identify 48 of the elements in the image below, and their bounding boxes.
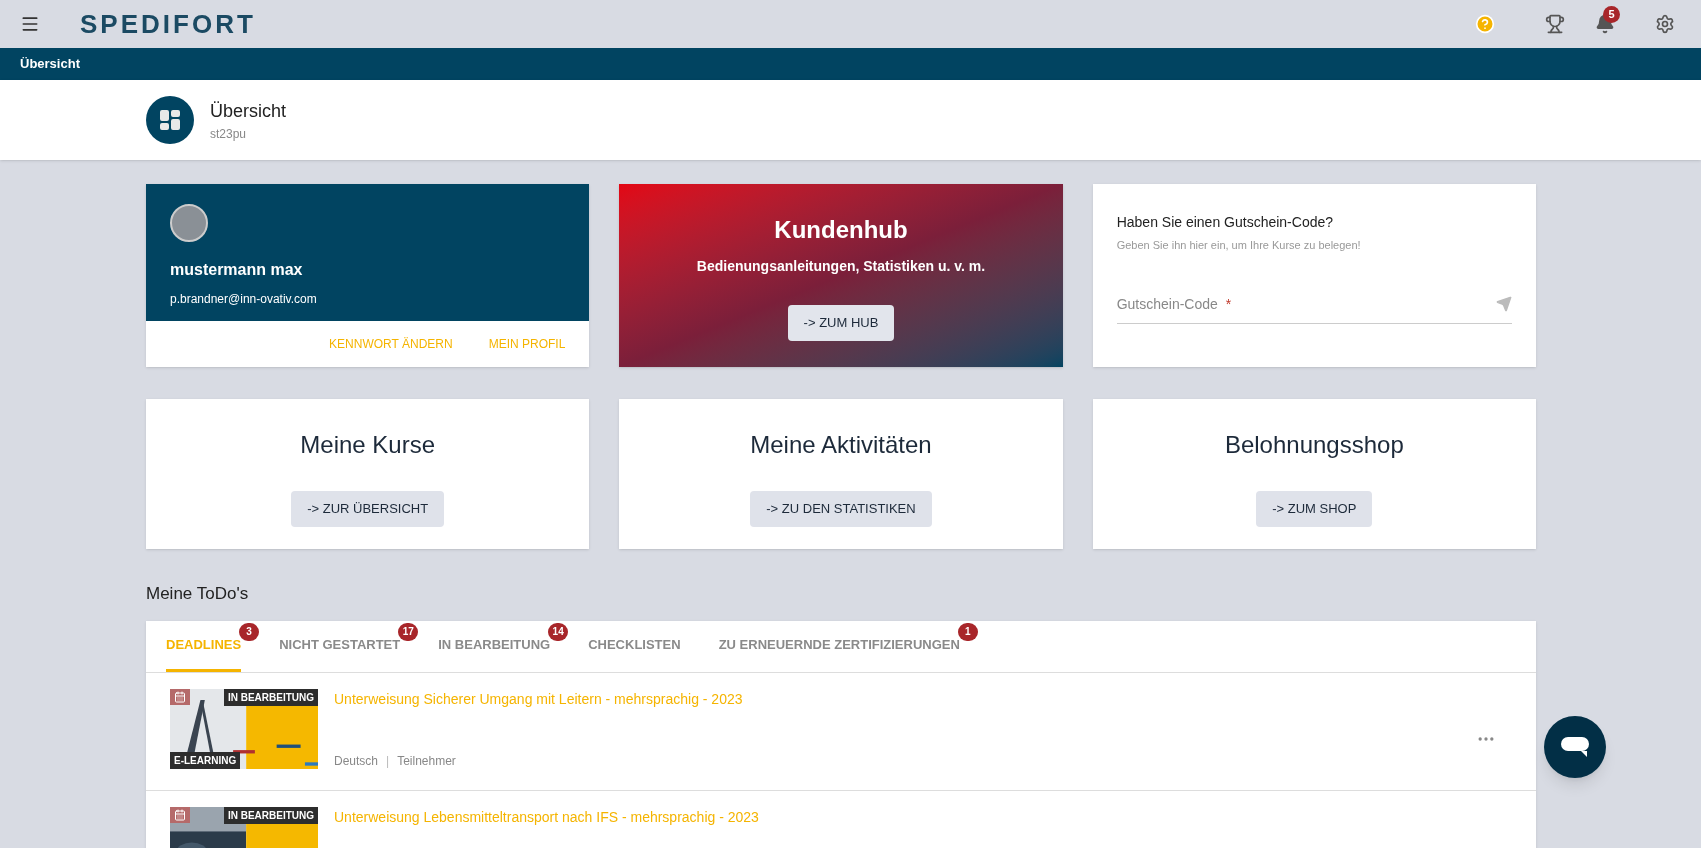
menu-icon[interactable] [20,14,40,34]
hub-title: Kundenhub [774,215,908,245]
tile-title: Meine Aktivitäten [750,430,932,460]
course-language: Deutsch [334,752,379,770]
tile-button[interactable]: -> ZU DEN STATISTIKEN [750,491,932,527]
course-title[interactable]: Unterweisung Sicherer Umgang mit Leitern - mehrsprachig - 2023 [334,688,1476,710]
todo-tab[interactable]: NICHT GESTARTET [279,620,401,672]
profile-link[interactable]: MEIN PROFIL [488,335,566,353]
voucher-field[interactable]: Gutschein-Code * [1116,293,1512,324]
field-label: Gutschein-Code [1116,294,1218,314]
settings-icon[interactable] [1655,14,1675,34]
count-badge: 1 [957,622,978,641]
section-heading: Meine ToDo's [146,583,250,605]
count-badge: 3 [239,622,260,641]
count-badge: 14 [548,622,569,641]
hub-subtitle: Bedienungsanleitungen, Statistiken u. v. m. [696,257,986,276]
chat-button[interactable] [1544,716,1606,778]
hub-button[interactable]: -> ZUM HUB [787,305,895,341]
calendar-icon [170,806,190,823]
chat-icon [1561,737,1589,757]
calendar-icon [170,688,190,705]
todo-tab[interactable]: ZU ERNEUERNDE ZERTIFIZIERUNGEN [718,620,960,672]
course-role: Teilnehmer [397,752,456,770]
voucher-hint: Geben Sie ihn hier ein, um Ihre Kurse zu belegen! [1116,238,1362,253]
trophy-icon[interactable] [1545,14,1565,34]
page-title: Übersicht [210,99,287,123]
voucher-title: Haben Sie einen Gutschein-Code? [1116,213,1335,232]
user-name: mustermann max [170,260,304,280]
profile-link[interactable]: KENNWORT ÄNDERN [329,335,453,353]
notification-badge: 5 [1603,6,1620,23]
tile-button[interactable]: -> ZUR ÜBERSICHT [291,491,445,527]
separator: | [386,752,390,770]
course-title[interactable]: Unterweisung Lebensmitteltransport nach IFS - mehrsprachig - 2023 [334,806,1496,828]
status-badge: IN BEARBEITUNG [223,806,318,824]
page-subtitle: st23pu [210,125,248,143]
tile-title: Belohnungsshop [1224,430,1404,460]
logo: SPEDIFORT [80,11,256,37]
tile-title: Meine Kurse [300,430,436,460]
required-mark: * [1225,294,1232,314]
user-email: p.brandner@inn-ovativ.com [170,291,318,308]
status-badge: IN BEARBEITUNG [223,688,318,706]
todo-tab[interactable]: IN BEARBEITUNG [438,620,551,672]
avatar [170,204,208,242]
count-badge: 17 [398,622,419,641]
overview-icon [146,96,194,144]
todo-tab[interactable]: CHECKLISTEN [588,620,681,672]
tile-button[interactable]: -> ZUM SHOP [1256,491,1373,527]
breadcrumb[interactable]: Übersicht [20,54,80,74]
